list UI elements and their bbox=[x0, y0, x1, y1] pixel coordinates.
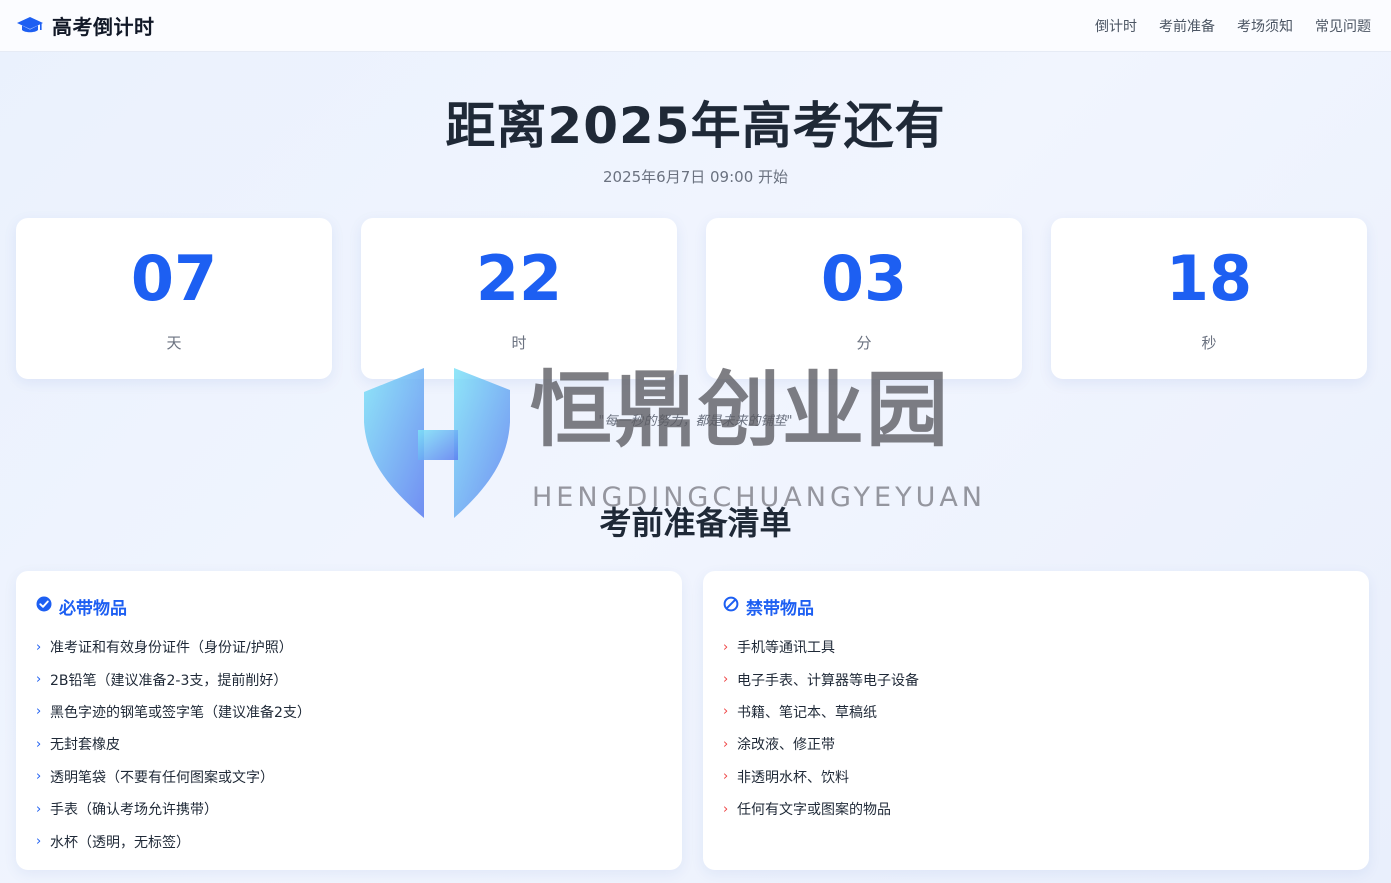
list-item: › 电子手表、计算器等电子设备 bbox=[723, 663, 1349, 695]
list-item-label: 2B铅笔（建议准备2-3支，提前削好） bbox=[50, 672, 288, 689]
chevron-right-icon: › bbox=[723, 801, 729, 817]
countdown-minutes-value: 03 bbox=[820, 242, 908, 315]
list-item-label: 涂改液、修正带 bbox=[737, 737, 835, 754]
chevron-right-icon: › bbox=[36, 672, 42, 688]
nav-links: 倒计时 考前准备 考场须知 常见问题 bbox=[1095, 16, 1371, 36]
exam-start-time: 2025年6月7日 09:00 开始 bbox=[602, 168, 789, 186]
must-bring-card: 必带物品 › 准考证和有效身份证件（身份证/护照） › 2B铅笔（建议准备2-3支，… bbox=[16, 571, 682, 870]
shield-logo-icon bbox=[364, 368, 510, 518]
list-item: › 准考证和有效身份证件（身份证/护照） bbox=[36, 631, 662, 663]
section-title: 考前准备清单 bbox=[599, 504, 792, 542]
chevron-right-icon: › bbox=[723, 639, 729, 655]
list-item: › 透明笔袋（不要有任何图案或文字） bbox=[36, 761, 662, 793]
list-item-label: 透明笔袋（不要有任何图案或文字） bbox=[50, 769, 274, 786]
countdown-seconds-card: 18 秒 bbox=[1051, 218, 1367, 379]
prohibited-title: 禁带物品 bbox=[746, 598, 814, 619]
nav-link-faq[interactable]: 常见问题 bbox=[1315, 16, 1371, 36]
list-item-label: 任何有文字或图案的物品 bbox=[737, 802, 891, 819]
graduation-cap-icon bbox=[16, 15, 44, 37]
list-item-label: 准考证和有效身份证件（身份证/护照） bbox=[50, 640, 293, 657]
list-item: › 涂改液、修正带 bbox=[723, 728, 1349, 760]
must-bring-header: 必带物品 bbox=[36, 595, 662, 619]
countdown-days-card: 07 天 bbox=[16, 218, 332, 379]
countdown-days-value: 07 bbox=[130, 242, 218, 315]
list-item: › 书籍、笔记本、草稿纸 bbox=[723, 696, 1349, 728]
chevron-right-icon: › bbox=[36, 801, 42, 817]
countdown-minutes-unit: 分 bbox=[856, 334, 872, 352]
countdown-seconds-unit: 秒 bbox=[1201, 334, 1217, 352]
countdown-hours-unit: 时 bbox=[511, 334, 527, 352]
chevron-right-icon: › bbox=[36, 639, 42, 655]
chevron-right-icon: › bbox=[36, 736, 42, 752]
list-item: › 水杯（透明，无标签） bbox=[36, 825, 662, 857]
list-item: › 无封套橡皮 bbox=[36, 728, 662, 760]
chevron-right-icon: › bbox=[723, 769, 729, 785]
countdown-hours-value: 22 bbox=[475, 242, 563, 315]
list-item: › 任何有文字或图案的物品 bbox=[723, 793, 1349, 825]
list-item-label: 手机等通讯工具 bbox=[737, 640, 835, 657]
ban-icon bbox=[723, 596, 739, 616]
chevron-right-icon: › bbox=[36, 769, 42, 785]
chevron-right-icon: › bbox=[36, 704, 42, 720]
top-navbar: 高考倒计时 倒计时 考前准备 考场须知 常见问题 bbox=[0, 0, 1391, 52]
nav-link-preparation[interactable]: 考前准备 bbox=[1159, 16, 1215, 36]
list-item-label: 手表（确认考场允许携带） bbox=[50, 802, 218, 819]
prohibited-header: 禁带物品 bbox=[723, 595, 1349, 619]
nav-link-exam-rules[interactable]: 考场须知 bbox=[1237, 16, 1293, 36]
countdown-days-unit: 天 bbox=[166, 334, 182, 352]
brand-title: 高考倒计时 bbox=[52, 15, 155, 39]
page-title: 距离2025年高考还有 bbox=[445, 97, 946, 155]
check-circle-icon bbox=[36, 596, 52, 616]
chevron-right-icon: › bbox=[723, 704, 729, 720]
watermark: 恒鼎创业园 HENGDINGCHUANGYEYUAN bbox=[362, 365, 1012, 518]
list-item-label: 黑色字迹的钢笔或签字笔（建议准备2支） bbox=[50, 704, 311, 721]
list-item: › 非透明水杯、饮料 bbox=[723, 761, 1349, 793]
nav-link-countdown[interactable]: 倒计时 bbox=[1095, 16, 1137, 36]
list-item: › 黑色字迹的钢笔或签字笔（建议准备2支） bbox=[36, 696, 662, 728]
list-item-label: 非透明水杯、饮料 bbox=[737, 769, 849, 786]
list-item: › 2B铅笔（建议准备2-3支，提前削好） bbox=[36, 663, 662, 695]
chevron-right-icon: › bbox=[723, 736, 729, 752]
motivational-quote: "每一秒的努力，都是未来的铺垫" bbox=[598, 414, 793, 429]
list-item-label: 无封套橡皮 bbox=[50, 737, 120, 754]
list-item-label: 水杯（透明，无标签） bbox=[50, 834, 190, 851]
brand[interactable]: 高考倒计时 bbox=[16, 11, 155, 40]
countdown-seconds-value: 18 bbox=[1165, 242, 1253, 315]
chevron-right-icon: › bbox=[723, 672, 729, 688]
list-item: › 手表（确认考场允许携带） bbox=[36, 793, 662, 825]
prohibited-list: › 手机等通讯工具 › 电子手表、计算器等电子设备 › 书籍、笔记本、草稿纸 › 涂改液… bbox=[723, 631, 1349, 825]
countdown-panel: 07 天 22 时 03 分 18 秒 bbox=[16, 218, 1369, 379]
countdown-hours-card: 22 时 bbox=[361, 218, 677, 379]
prohibited-card: 禁带物品 › 手机等通讯工具 › 电子手表、计算器等电子设备 › 书籍、笔记本、草稿纸… bbox=[703, 571, 1369, 870]
must-bring-title: 必带物品 bbox=[59, 598, 127, 619]
list-item: › 手机等通讯工具 bbox=[723, 631, 1349, 663]
list-item-label: 电子手表、计算器等电子设备 bbox=[737, 672, 919, 689]
chevron-right-icon: › bbox=[36, 834, 42, 850]
countdown-minutes-card: 03 分 bbox=[706, 218, 1022, 379]
list-item-label: 书籍、笔记本、草稿纸 bbox=[737, 704, 877, 721]
must-bring-list: › 准考证和有效身份证件（身份证/护照） › 2B铅笔（建议准备2-3支，提前削好）… bbox=[36, 631, 662, 858]
